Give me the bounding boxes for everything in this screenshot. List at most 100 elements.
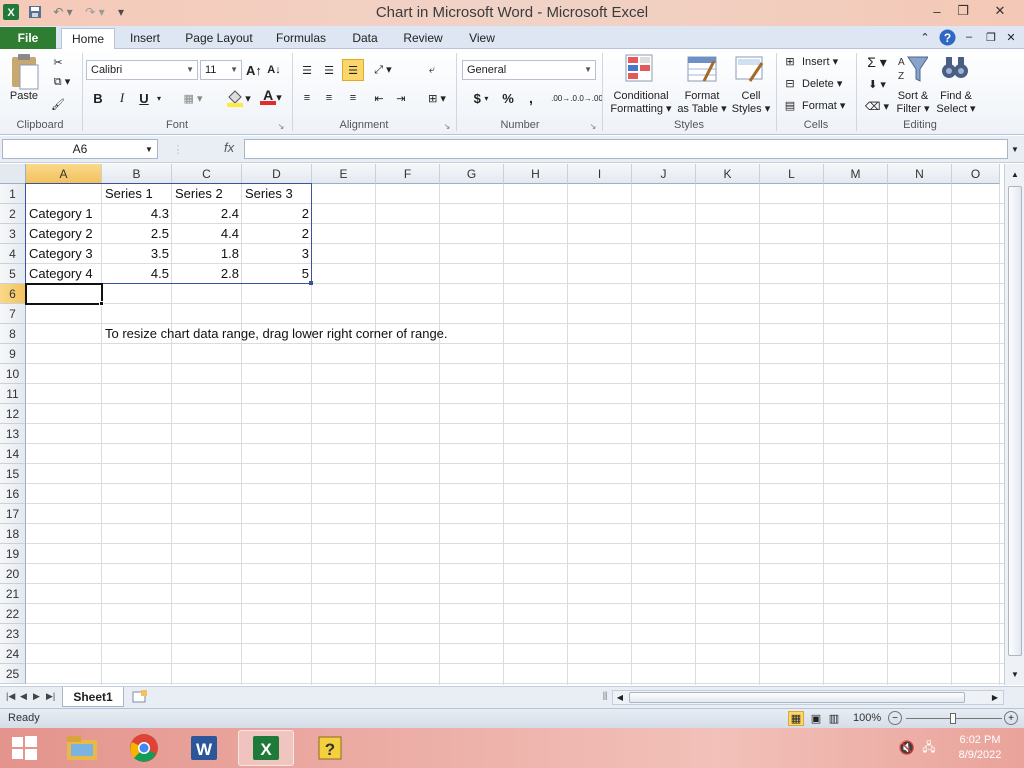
row-header-25[interactable]: 25	[0, 664, 26, 684]
formula-input[interactable]	[244, 139, 1008, 159]
row-header-8[interactable]: 8	[0, 324, 26, 344]
insert-worksheet-icon[interactable]	[130, 689, 150, 705]
fill-icon[interactable]: ⬇ ▾	[864, 76, 890, 92]
delete-cells-button[interactable]: Delete ▾	[802, 76, 850, 90]
align-middle-icon[interactable]: ☰	[320, 61, 338, 79]
cell-value[interactable]: 3	[242, 244, 312, 264]
name-box-dropdown-icon[interactable]: ▼	[144, 144, 154, 154]
percent-button[interactable]: %	[500, 89, 516, 107]
column-header-e[interactable]: E	[312, 164, 376, 184]
cut-icon[interactable]: ✂	[50, 55, 66, 69]
column-header-o[interactable]: O	[952, 164, 1000, 184]
decrease-decimal-button[interactable]: .0→.00	[577, 89, 603, 107]
cell-header-series-1[interactable]: Series 1	[102, 184, 172, 204]
align-top-icon[interactable]: ☰	[298, 61, 316, 79]
column-header-i[interactable]: I	[568, 164, 632, 184]
paste-icon[interactable]	[8, 53, 40, 94]
align-left-icon[interactable]: ≡	[298, 89, 316, 107]
conditional-formatting-button[interactable]: Conditional Formatting ▾	[606, 89, 676, 117]
column-header-g[interactable]: G	[440, 164, 504, 184]
alignment-dialog-launcher-icon[interactable]: ↘	[442, 121, 452, 131]
sort-filter-icon[interactable]: AZ	[898, 53, 929, 86]
workbook-close-icon[interactable]: ✕	[1004, 29, 1018, 45]
underline-dropdown-icon[interactable]: ▾	[154, 89, 164, 107]
font-dialog-launcher-icon[interactable]: ↘	[276, 121, 286, 131]
scroll-right-icon[interactable]: ▶	[989, 692, 1001, 703]
row-header-22[interactable]: 22	[0, 604, 26, 624]
insert-function-icon[interactable]: fx	[224, 140, 234, 155]
row-header-1[interactable]: 1	[0, 184, 26, 204]
font-name-combo[interactable]: Calibri ▼	[86, 60, 198, 80]
row-header-16[interactable]: 16	[0, 484, 26, 504]
autosum-icon[interactable]: Σ ▾	[864, 54, 890, 70]
cell-value[interactable]: 4.3	[102, 204, 172, 224]
insert-cells-button[interactable]: Insert ▾	[802, 54, 846, 68]
row-header-19[interactable]: 19	[0, 544, 26, 564]
tab-formulas[interactable]: Formulas	[268, 28, 334, 49]
format-painter-icon[interactable]: 🖌	[50, 97, 66, 111]
cell-header-series-3[interactable]: Series 3	[242, 184, 312, 204]
tab-page-layout[interactable]: Page Layout	[178, 28, 260, 49]
tab-review[interactable]: Review	[396, 28, 450, 49]
tab-insert[interactable]: Insert	[122, 28, 168, 49]
normal-view-icon[interactable]: ▦	[788, 711, 804, 726]
format-as-table-icon[interactable]	[686, 53, 718, 86]
row-header-2[interactable]: 2	[0, 204, 26, 224]
vertical-scrollbar[interactable]: ▲ ▼	[1004, 164, 1024, 685]
clear-icon[interactable]: ⌫ ▾	[864, 98, 890, 114]
tab-split-handle-icon[interactable]: ⦀	[600, 690, 610, 704]
cell-value[interactable]: 1.8	[172, 244, 242, 264]
cell-value[interactable]: 2	[242, 204, 312, 224]
find-select-button[interactable]: Find & Select ▾	[934, 89, 978, 117]
font-size-combo[interactable]: 11 ▼	[200, 60, 242, 80]
cell-category-label[interactable]: Category 1	[26, 204, 102, 224]
sheet-tab-sheet1[interactable]: Sheet1	[62, 687, 124, 707]
select-all-corner[interactable]	[0, 164, 26, 184]
horizontal-scroll-thumb[interactable]	[629, 692, 965, 703]
column-header-m[interactable]: M	[824, 164, 888, 184]
row-header-10[interactable]: 10	[0, 364, 26, 384]
copy-icon[interactable]: ⧉ ▾	[50, 75, 74, 89]
horizontal-scrollbar[interactable]: ◀ ▶	[612, 690, 1004, 705]
cell-value[interactable]: 4.4	[172, 224, 242, 244]
cell-value[interactable]: 4.5	[102, 264, 172, 284]
vertical-scroll-thumb[interactable]	[1008, 186, 1022, 656]
row-header-17[interactable]: 17	[0, 504, 26, 524]
help-icon[interactable]: ?	[938, 28, 956, 46]
row-header-24[interactable]: 24	[0, 644, 26, 664]
currency-button[interactable]: $ ▾	[466, 89, 496, 107]
taskbar-clock[interactable]: 6:02 PM 8/9/2022	[950, 733, 1010, 763]
insert-cells-icon[interactable]: ⊞	[782, 54, 798, 68]
column-header-k[interactable]: K	[696, 164, 760, 184]
cell-value[interactable]: 2.4	[172, 204, 242, 224]
align-right-icon[interactable]: ≡	[344, 89, 362, 107]
underline-button[interactable]: U	[136, 89, 152, 107]
zoom-out-icon[interactable]: −	[888, 711, 902, 725]
last-sheet-icon[interactable]: ▶|	[46, 691, 55, 702]
row-header-6[interactable]: 6	[0, 284, 26, 304]
font-color-button[interactable]: A ▾	[256, 87, 286, 107]
start-button[interactable]	[0, 730, 48, 766]
column-header-l[interactable]: L	[760, 164, 824, 184]
scroll-down-icon[interactable]: ▼	[1009, 668, 1021, 680]
active-cell-a6[interactable]	[25, 283, 103, 305]
row-header-3[interactable]: 3	[0, 224, 26, 244]
borders-icon[interactable]: ▦ ▾	[178, 89, 208, 107]
help-taskbar-icon[interactable]: ?	[302, 730, 358, 766]
column-header-n[interactable]: N	[888, 164, 952, 184]
orientation-icon[interactable]: ⤢ ▾	[370, 61, 396, 79]
paste-button[interactable]: Paste	[6, 89, 42, 103]
tab-home[interactable]: Home	[61, 28, 115, 49]
word-taskbar-icon[interactable]: W	[176, 730, 232, 766]
row-header-14[interactable]: 14	[0, 444, 26, 464]
column-header-j[interactable]: J	[632, 164, 696, 184]
conditional-formatting-icon[interactable]	[624, 53, 654, 86]
cell-styles-button[interactable]: Cell Styles ▾	[728, 89, 774, 117]
column-header-f[interactable]: F	[376, 164, 440, 184]
find-select-icon[interactable]	[940, 53, 970, 86]
row-header-13[interactable]: 13	[0, 424, 26, 444]
row-header-11[interactable]: 11	[0, 384, 26, 404]
format-cells-icon[interactable]: ▤	[782, 98, 798, 112]
scroll-left-icon[interactable]: ◀	[614, 692, 626, 703]
expand-formula-bar-icon[interactable]: ▼	[1010, 142, 1020, 156]
